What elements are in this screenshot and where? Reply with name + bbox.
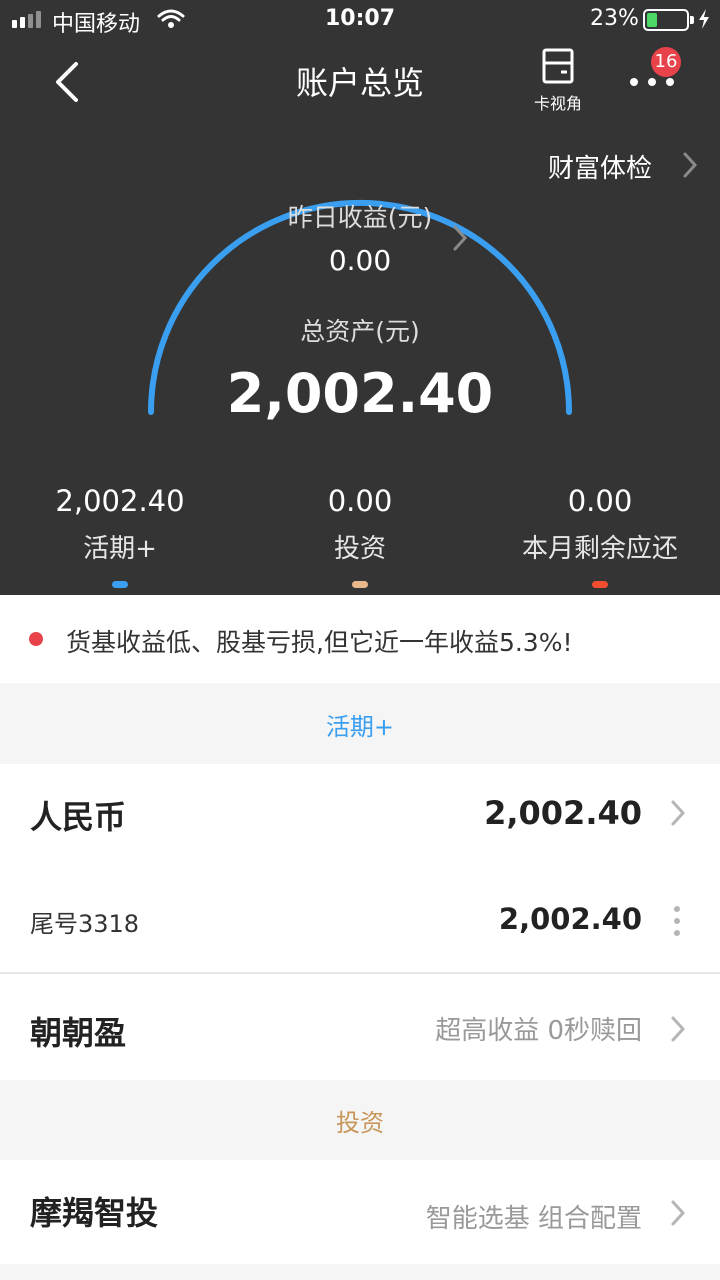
card-view-button[interactable]: 卡视角 (520, 48, 596, 114)
yesterday-earnings-label[interactable]: 昨日收益(元) (0, 198, 720, 234)
total-assets-label: 总资产(元) (300, 317, 420, 346)
tail-number-label: 尾号3318 (30, 910, 140, 938)
notice-dot-icon (29, 632, 43, 646)
stat-value: 0.00 (567, 484, 633, 518)
header-panel: 中国移动 10:07 23% 账户总览 卡视角 16 财富体检 昨日收益(元) … (0, 0, 720, 595)
yesterday-earnings-value: 0.00 (328, 244, 392, 277)
stat-label: 活期+ (83, 534, 157, 564)
card-icon (542, 48, 574, 84)
tail-number-value: 2,002.40 (498, 902, 642, 936)
stat-value: 2,002.40 (55, 484, 185, 518)
stat-label: 本月剩余应还 (521, 534, 678, 564)
stat-indicator (112, 581, 128, 588)
stat-label: 投资 (333, 534, 386, 564)
zhaozhaoying-title: 朝朝盈 (30, 1014, 127, 1052)
stat-current[interactable]: 2,002.40 活期+ (0, 484, 240, 588)
zhaozhaoying-desc: 超高收益 0秒赎回 (435, 1016, 642, 1046)
notice-text: 货基收益低、股基亏损,但它近一年收益5.3%! (66, 628, 573, 657)
stat-invest[interactable]: 0.00 投资 (240, 484, 480, 588)
charging-icon (699, 9, 709, 29)
stat-indicator (592, 581, 608, 588)
notification-badge: 16 (651, 47, 681, 77)
stat-repay[interactable]: 0.00 本月剩余应还 (480, 484, 720, 588)
zhaozhaoying-row[interactable]: 朝朝盈 超高收益 0秒赎回 (0, 974, 720, 1080)
total-assets-value: 2,002.40 (226, 362, 494, 425)
page-title: 账户总览 (295, 64, 424, 102)
card-view-label: 卡视角 (533, 94, 582, 113)
moxie-title: 摩羯智投 (30, 1194, 159, 1232)
status-bar: 中国移动 10:07 23% (0, 0, 720, 40)
moxie-row[interactable]: 摩羯智投 智能选基 组合配置 (0, 1160, 720, 1264)
chevron-right-icon[interactable] (668, 798, 688, 828)
section-header-current: 活期+ (0, 690, 720, 764)
battery-percent: 23% (590, 6, 639, 31)
promo-notice[interactable]: 货基收益低、股基亏损,但它近一年收益5.3%! (0, 595, 720, 683)
battery-icon (643, 9, 694, 31)
chevron-right-icon[interactable] (680, 150, 700, 180)
chevron-right-icon[interactable] (668, 1198, 688, 1228)
rmb-account-card[interactable]: 人民币 2,002.40 尾号3318 2,002.40 (0, 764, 720, 974)
rmb-title: 人民币 (30, 798, 127, 836)
chevron-right-icon[interactable] (668, 1014, 688, 1044)
more-vertical-icon[interactable] (670, 904, 684, 938)
stat-value: 0.00 (327, 484, 393, 518)
moxie-desc: 智能选基 组合配置 (425, 1204, 642, 1234)
section-header-invest: 投资 (0, 1086, 720, 1160)
rmb-value: 2,002.40 (484, 794, 642, 832)
stat-indicator (352, 581, 368, 588)
